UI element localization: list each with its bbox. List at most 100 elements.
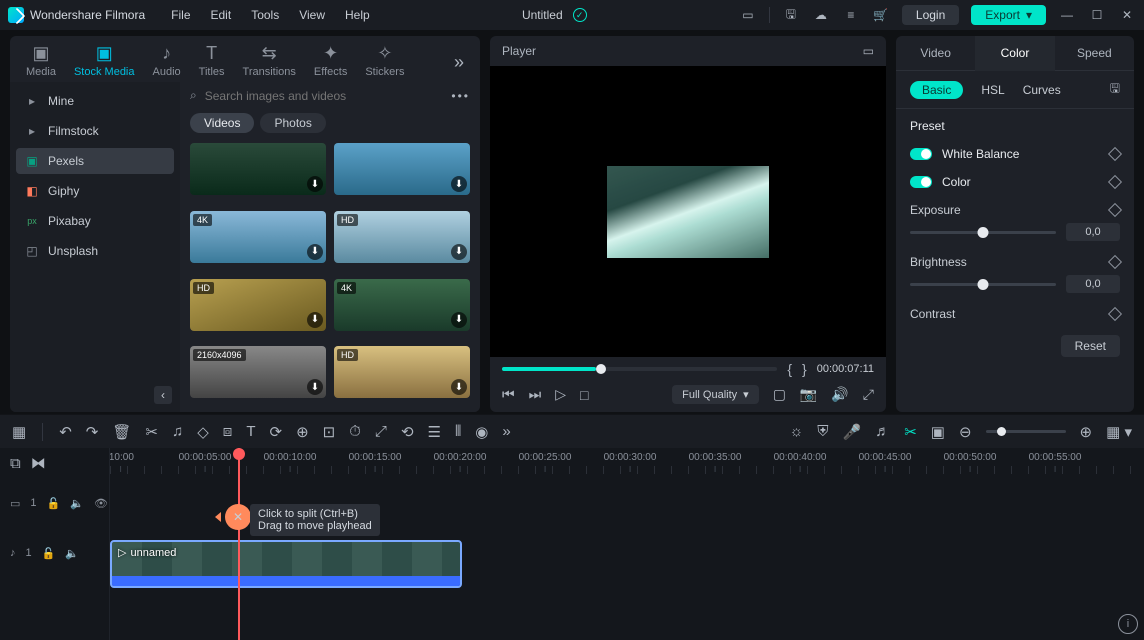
source-pixabay[interactable]: pxPixabay [16, 208, 174, 234]
mute-icon[interactable]: 🔈 [65, 547, 79, 560]
playhead[interactable] [238, 448, 240, 640]
subtab-curves[interactable]: Curves [1023, 83, 1061, 97]
rotate-icon[interactable]: ⟳ [269, 423, 282, 441]
music2-icon[interactable]: ♬ [875, 423, 890, 440]
preview-viewer[interactable] [490, 66, 886, 357]
media-thumb[interactable]: HD⬇ [334, 211, 470, 263]
tab-effects[interactable]: ✦Effects [314, 42, 347, 82]
mute-icon[interactable]: 🔈 [70, 497, 84, 510]
download-icon[interactable]: ⬇ [451, 244, 467, 260]
media-thumb[interactable]: HD⬇ [334, 346, 470, 398]
zoom-in-icon[interactable]: ⊕ [1080, 423, 1093, 441]
fullscreen-icon[interactable]: ⤢ [863, 386, 874, 403]
save-preset-icon[interactable]: 🖫 [1110, 79, 1120, 100]
tag-icon[interactable]: ◇ [197, 423, 209, 441]
cloud-icon[interactable]: ☁ [812, 6, 830, 24]
timeline-clip[interactable]: ▷unnamed [110, 540, 462, 588]
save-icon[interactable]: 🖫 [782, 6, 800, 24]
camera-icon[interactable]: 📷 [800, 386, 817, 403]
more-tabs-icon[interactable]: » [454, 52, 464, 73]
player-scrubber[interactable] [502, 367, 777, 371]
prev-frame-icon[interactable]: ⏮ [502, 386, 515, 403]
undo-icon[interactable]: ↶ [59, 423, 72, 441]
copy-icon[interactable]: ⧉ [10, 455, 21, 472]
marker2-icon[interactable]: ▣ [931, 423, 945, 441]
shield-icon[interactable]: ⛨ [817, 423, 828, 440]
view-mode-icon[interactable]: ▦ ▾ [1106, 423, 1132, 441]
exposure-slider[interactable] [910, 231, 1056, 234]
menu-file[interactable]: File [171, 8, 190, 22]
maximize-icon[interactable]: ☐ [1088, 6, 1106, 24]
subtab-videos[interactable]: Videos [190, 113, 254, 133]
tab-media[interactable]: ▣Media [26, 42, 56, 82]
volume-icon[interactable]: 🔊 [831, 386, 848, 403]
menu-edit[interactable]: Edit [211, 8, 232, 22]
layout-icon[interactable]: ▭ [739, 6, 757, 24]
adjust-icon[interactable]: ⊡ [323, 423, 336, 441]
media-thumb[interactable]: HD⬇ [190, 279, 326, 331]
export-button[interactable]: Export▾ [971, 5, 1046, 25]
subtab-hsl[interactable]: HSL [981, 83, 1004, 97]
download-icon[interactable]: ⬇ [307, 312, 323, 328]
subtab-photos[interactable]: Photos [260, 113, 325, 133]
crop-icon[interactable]: ⧈ [223, 423, 233, 440]
download-icon[interactable]: ⬇ [307, 244, 323, 260]
chain-icon[interactable]: ⧓ [31, 454, 46, 472]
display-icon[interactable]: ▢ [773, 386, 786, 403]
tab-titles[interactable]: TTitles [199, 42, 225, 82]
tab-stickers[interactable]: ✧Stickers [365, 42, 404, 82]
delete-icon[interactable]: 🗑 [112, 423, 131, 441]
link-icon[interactable]: ⟲ [401, 423, 414, 441]
sun-icon[interactable]: ☼ [790, 423, 804, 440]
exposure-value[interactable]: 0,0 [1066, 223, 1120, 241]
cart-icon[interactable]: 🛒 [872, 6, 890, 24]
record-icon[interactable]: ◉ [475, 423, 488, 441]
media-thumb[interactable]: ⬇ [334, 143, 470, 195]
lock-icon[interactable]: 🔓 [47, 497, 61, 510]
media-thumb[interactable]: 2160x4096⬇ [190, 346, 326, 398]
source-giphy[interactable]: ◧Giphy [16, 178, 174, 204]
insp-tab-color[interactable]: Color [975, 36, 1054, 71]
search-input[interactable] [205, 89, 444, 103]
insp-tab-video[interactable]: Video [896, 36, 975, 71]
login-button[interactable]: Login [902, 5, 959, 25]
marker-out-icon[interactable]: } [802, 361, 807, 377]
speed-icon[interactable]: ⊕ [296, 423, 309, 441]
keyframe-wb-icon[interactable] [1108, 147, 1122, 161]
brightness-value[interactable]: 0,0 [1066, 275, 1120, 293]
keyframe-color-icon[interactable] [1108, 175, 1122, 189]
snapshot-overlay-icon[interactable]: ▭ [863, 44, 874, 58]
menu-tools[interactable]: Tools [251, 8, 279, 22]
marker-in-icon[interactable]: { [787, 361, 792, 377]
play-icon[interactable]: ▷ [555, 386, 566, 403]
keyframe-exposure-icon[interactable] [1108, 203, 1122, 217]
menu-view[interactable]: View [299, 8, 325, 22]
source-pexels[interactable]: ▣Pexels [16, 148, 174, 174]
more-toolbar-icon[interactable]: » [502, 423, 510, 440]
insp-tab-speed[interactable]: Speed [1055, 36, 1134, 71]
download-icon[interactable]: ⬇ [307, 379, 323, 395]
keyframe-brightness-icon[interactable] [1108, 255, 1122, 269]
mic-icon[interactable]: 🎤 [843, 423, 862, 441]
source-mine[interactable]: ▸Mine [16, 88, 174, 114]
keyframe-contrast-icon[interactable] [1108, 307, 1122, 321]
expand-icon[interactable]: ⤢ [375, 423, 387, 440]
download-icon[interactable]: ⬇ [451, 379, 467, 395]
media-thumb[interactable]: ⬇ [190, 143, 326, 195]
eye-icon[interactable]: 👁 [94, 497, 108, 510]
split-tool-icon[interactable]: ✂ [904, 423, 917, 441]
tab-transitions[interactable]: ⇆Transitions [243, 42, 296, 82]
menu-help[interactable]: Help [345, 8, 370, 22]
source-unsplash[interactable]: ◰Unsplash [16, 238, 174, 264]
redo-icon[interactable]: ↷ [86, 423, 99, 441]
project-title[interactable]: Untitled [522, 8, 563, 22]
audio-track-header[interactable]: ♪ 1 🔓 🔈 [0, 528, 109, 578]
next-frame-icon[interactable]: ⏭ [529, 386, 542, 403]
search-more-icon[interactable]: ••• [451, 89, 470, 103]
stop-icon[interactable]: □ [580, 387, 588, 403]
video-track-header[interactable]: ▭ 1 🔓 🔈 👁 [0, 478, 109, 528]
source-filmstock[interactable]: ▸Filmstock [16, 118, 174, 144]
minimize-icon[interactable]: — [1058, 6, 1076, 24]
split-marker[interactable]: ✕ [225, 504, 251, 530]
lock-icon[interactable]: 🔓 [42, 547, 56, 560]
